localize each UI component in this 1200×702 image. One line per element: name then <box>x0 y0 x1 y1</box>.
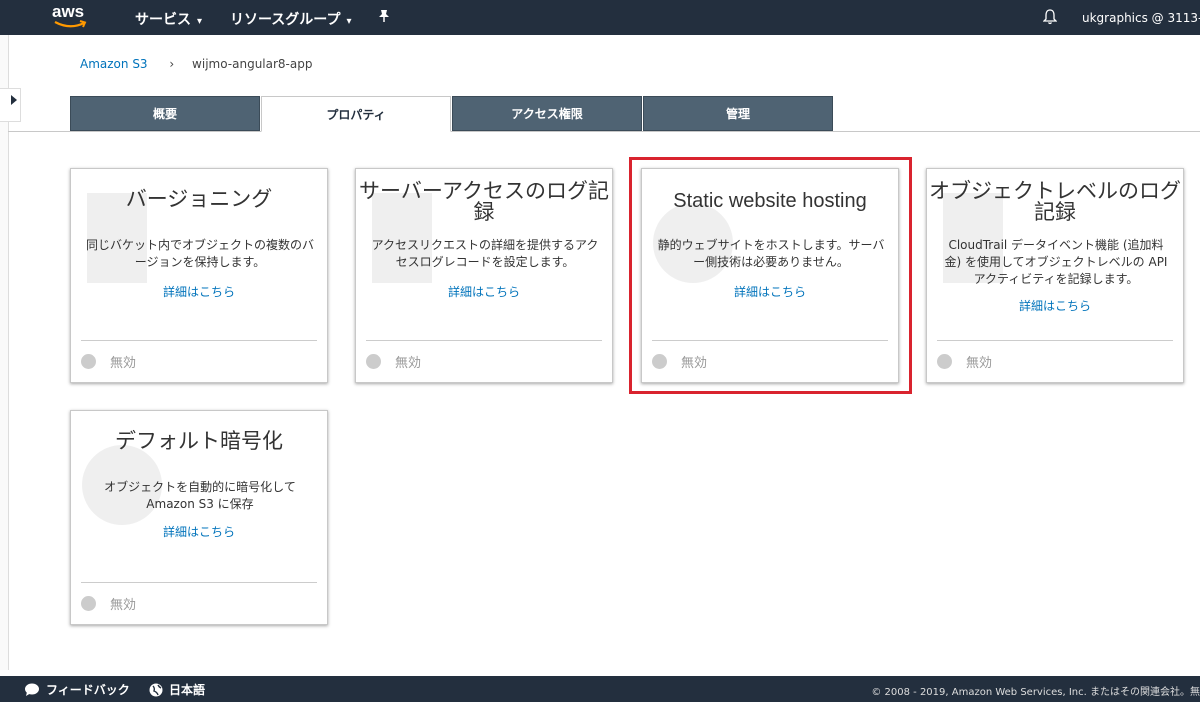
status-label: 無効 <box>110 356 137 371</box>
aws-logo[interactable]: aws <box>52 2 92 32</box>
copyright-text: © 2008 - 2019, Amazon Web Services, Inc.… <box>871 687 1200 698</box>
aws-smile-icon <box>54 20 87 28</box>
services-menu[interactable]: サービス ▾ <box>135 9 202 29</box>
status-dot-icon <box>937 354 952 369</box>
status-label: 無効 <box>110 598 137 613</box>
pin-icon[interactable] <box>378 9 390 27</box>
learn-more-link[interactable]: 詳細はこちら <box>71 283 327 300</box>
status-dot-icon <box>366 354 381 369</box>
learn-more-link[interactable]: 詳細はこちら <box>71 523 327 540</box>
chevron-down-icon: ▾ <box>346 16 352 27</box>
footer-bar: フィードバック 日本語 © 2008 - 2019, Amazon Web Se… <box>0 676 1200 702</box>
object-level-logging-card[interactable]: オブジェクトレベルのログ記録 CloudTrail データイベント機能 (追加料… <box>926 168 1184 383</box>
notifications-bell-icon[interactable] <box>1042 9 1058 29</box>
account-menu[interactable]: ukgraphics @ 3113-30 <box>1082 11 1200 25</box>
feedback-button[interactable]: フィードバック <box>24 681 130 698</box>
speech-bubble-icon <box>25 683 39 696</box>
tab-overview[interactable]: 概要 <box>70 96 260 131</box>
feedback-label: フィードバック <box>46 683 130 697</box>
status-indicator: 無効 <box>81 352 136 371</box>
status-indicator: 無効 <box>366 352 421 371</box>
card-description: オブジェクトを自動的に暗号化して Amazon S3 に保存 <box>104 480 296 511</box>
globe-icon <box>149 683 163 696</box>
status-dot-icon <box>81 596 96 611</box>
services-label: サービス <box>135 12 191 28</box>
server-access-logging-card[interactable]: サーバーアクセスのログ記録 アクセスリクエストの詳細を提供するアクセスログレコー… <box>355 168 613 383</box>
card-divider <box>81 582 317 583</box>
status-dot-icon <box>81 354 96 369</box>
card-title: バージョニング <box>125 188 273 211</box>
breadcrumb-current-bucket: wijmo-angular8-app <box>192 57 313 71</box>
card-title: サーバーアクセスのログ記録 <box>359 180 609 224</box>
status-label: 無効 <box>966 356 993 371</box>
learn-more-link[interactable]: 詳細はこちら <box>927 297 1183 314</box>
aws-logo-text: aws <box>52 2 85 21</box>
learn-more-link[interactable]: 詳細はこちら <box>356 283 612 300</box>
chevron-right-icon <box>11 95 17 105</box>
language-selector[interactable]: 日本語 <box>149 681 205 698</box>
top-navigation-bar: aws サービス ▾ リソースグループ ▾ ukgraphics @ 3113-30 <box>0 0 1200 35</box>
card-title: オブジェクトレベルのログ記録 <box>929 180 1181 224</box>
tab-permissions[interactable]: アクセス権限 <box>452 96 642 131</box>
default-encryption-card[interactable]: デフォルト暗号化 オブジェクトを自動的に暗号化して Amazon S3 に保存 … <box>70 410 328 625</box>
status-indicator: 無効 <box>81 594 136 613</box>
status-indicator: 無効 <box>937 352 992 371</box>
card-description: 同じバケット内でオブジェクトの複数のバージョンを保持します。 <box>85 238 314 269</box>
breadcrumb-amazon-s3-link[interactable]: Amazon S3 <box>80 57 148 71</box>
breadcrumb-separator: › <box>169 57 175 71</box>
card-divider <box>81 340 317 341</box>
tabs-baseline <box>8 131 1200 132</box>
tab-properties[interactable]: プロパティ <box>261 96 451 132</box>
card-divider <box>937 340 1173 341</box>
resource-groups-label: リソースグループ <box>230 12 341 28</box>
card-description: アクセスリクエストの詳細を提供するアクセスログレコードを設定します。 <box>371 238 599 269</box>
breadcrumb: Amazon S3 › wijmo-angular8-app <box>80 57 312 71</box>
highlight-frame <box>629 157 912 394</box>
tab-management[interactable]: 管理 <box>643 96 833 131</box>
card-divider <box>366 340 602 341</box>
language-label: 日本語 <box>169 683 206 697</box>
chevron-down-icon: ▾ <box>197 16 203 27</box>
status-label: 無効 <box>395 356 422 371</box>
resource-groups-menu[interactable]: リソースグループ ▾ <box>230 9 352 29</box>
expand-sidebar-button[interactable] <box>0 88 21 122</box>
card-title: デフォルト暗号化 <box>115 430 283 453</box>
card-description: CloudTrail データイベント機能 (追加料金) を使用してオブジェクトレ… <box>944 238 1168 286</box>
versioning-card[interactable]: バージョニング 同じバケット内でオブジェクトの複数のバージョンを保持します。 詳… <box>70 168 328 383</box>
